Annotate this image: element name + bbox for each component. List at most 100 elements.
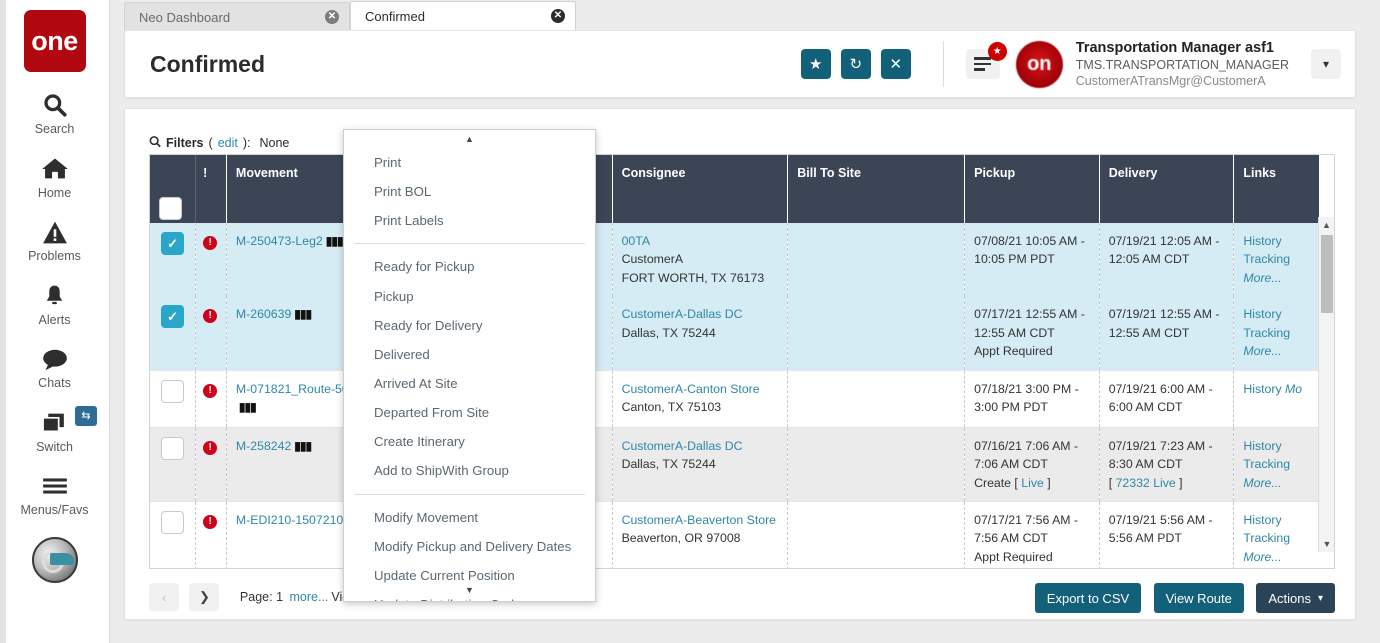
pickup-line: 7:56 AM CDT xyxy=(974,529,1091,547)
movement-link[interactable]: M-258242 xyxy=(236,439,291,453)
actions-context-menu[interactable]: ▲ Print Print BOL Print Labels Ready for… xyxy=(343,129,596,602)
pickup-create-close: ] xyxy=(1044,476,1051,490)
sidebar-item-menus-favs[interactable]: Menus/Favs xyxy=(0,471,109,517)
scroll-down-arrow-icon[interactable]: ▼ xyxy=(1319,536,1335,552)
close-icon[interactable]: ✕ xyxy=(325,10,339,24)
tab-confirmed[interactable]: Confirmed ✕ xyxy=(350,1,576,32)
select-all-checkbox[interactable] xyxy=(159,197,182,220)
more-link[interactable]: More... xyxy=(1243,550,1281,564)
sidebar-item-chats[interactable]: Chats xyxy=(0,344,109,390)
more-link[interactable]: Mo xyxy=(1285,382,1302,396)
row-consignee-cell: 00TACustomerAFORT WORTH, TX 76173 xyxy=(612,223,788,296)
table-row[interactable]: ✓ ! M-260639▮▮▮ merA-Austin DC, TX 78741… xyxy=(150,296,1320,370)
history-link[interactable]: History xyxy=(1243,307,1281,321)
export-to-csv-button[interactable]: Export to CSV xyxy=(1035,583,1141,613)
live-link[interactable]: 72332 Live xyxy=(1116,476,1176,490)
sidebar-item-label: Menus/Favs xyxy=(20,504,88,517)
consignee-link[interactable]: CustomerA-Canton Store xyxy=(622,382,760,396)
menu-item-print-labels[interactable]: Print Labels xyxy=(344,206,595,235)
sidebar-item-switch[interactable]: ⇆ Switch xyxy=(0,408,109,454)
menu-item-pickup[interactable]: Pickup xyxy=(344,282,595,311)
header-bill-to-site[interactable]: Bill To Site xyxy=(788,155,965,223)
menu-item-print[interactable]: Print xyxy=(344,148,595,177)
close-page-button[interactable]: ✕ xyxy=(881,49,911,79)
row-checkbox[interactable] xyxy=(161,437,184,460)
scroll-up-arrow-icon[interactable]: ▲ xyxy=(1319,217,1334,233)
history-link[interactable]: History xyxy=(1243,513,1281,527)
avatar[interactable]: on xyxy=(1016,41,1063,88)
scroll-thumb[interactable] xyxy=(1321,235,1333,313)
pickup-line: 07/17/21 12:55 AM - xyxy=(974,305,1091,323)
tracking-link[interactable]: Tracking xyxy=(1243,326,1290,340)
actions-button[interactable]: Actions▾ xyxy=(1256,583,1335,613)
close-icon[interactable]: ✕ xyxy=(551,9,565,23)
menu-item-ready-for-pickup[interactable]: Ready for Pickup xyxy=(344,252,595,281)
menu-scroll-up-icon[interactable]: ▲ xyxy=(344,130,595,148)
user-menu-dropdown[interactable]: ▾ xyxy=(1311,49,1341,79)
tab-bar: Neo Dashboard ✕ Confirmed ✕ xyxy=(110,0,1380,31)
table-row[interactable]: ! M-071821_Route-50005▮▮▮ merA-Waco DCTX… xyxy=(150,370,1320,427)
header-consignee[interactable]: Consignee xyxy=(612,155,788,223)
tab-neo-dashboard[interactable]: Neo Dashboard ✕ xyxy=(124,2,350,31)
more-link[interactable]: More... xyxy=(1243,476,1281,490)
header-alert[interactable]: ! xyxy=(196,155,227,223)
menus-favs-button[interactable]: ★ xyxy=(966,49,1000,79)
filters-edit-link[interactable]: edit xyxy=(218,136,238,150)
book-icon[interactable]: ▮▮▮ xyxy=(326,232,343,250)
book-icon[interactable]: ▮▮▮ xyxy=(294,305,311,323)
view-route-button[interactable]: View Route xyxy=(1154,583,1244,613)
history-link[interactable]: History xyxy=(1243,439,1281,453)
more-pages-link[interactable]: more... xyxy=(290,590,329,604)
history-link[interactable]: History xyxy=(1243,382,1281,396)
sidebar-item-alerts[interactable]: Alerts xyxy=(0,281,109,327)
table-row[interactable]: ✓ ! M-250473-Leg2▮▮▮ merAOW, CA 91103 00… xyxy=(150,223,1320,296)
menu-item-modify-pickup-and-delivery-dates[interactable]: Modify Pickup and Delivery Dates xyxy=(344,532,595,561)
movement-link[interactable]: M-250473-Leg2 xyxy=(236,234,323,248)
row-checkbox[interactable]: ✓ xyxy=(161,232,184,255)
row-checkbox[interactable]: ✓ xyxy=(161,305,184,328)
menu-item-delivered[interactable]: Delivered xyxy=(344,340,595,369)
consignee-link[interactable]: CustomerA-Beaverton Store xyxy=(622,513,776,527)
movement-link[interactable]: M-260639 xyxy=(236,307,291,321)
live-link[interactable]: Live xyxy=(1021,476,1044,490)
book-icon[interactable]: ▮▮▮ xyxy=(239,398,256,416)
row-consignee-cell: CustomerA-Dallas DCDallas, TX 75244 xyxy=(612,296,788,370)
menu-scroll-down-icon[interactable]: ▼ xyxy=(344,581,595,599)
menu-item-ready-for-delivery[interactable]: Ready for Delivery xyxy=(344,311,595,340)
book-icon[interactable]: ▮▮▮ xyxy=(294,437,311,455)
tracking-link[interactable]: Tracking xyxy=(1243,252,1290,266)
sidebar-item-problems[interactable]: Problems xyxy=(0,217,109,263)
menu-item-print-bol[interactable]: Print BOL xyxy=(344,177,595,206)
tracking-link[interactable]: Tracking xyxy=(1243,531,1290,545)
consignee-link[interactable]: CustomerA-Dallas DC xyxy=(622,439,743,453)
header-delivery[interactable]: Delivery xyxy=(1099,155,1234,223)
sidebar-item-home[interactable]: Home xyxy=(0,154,109,200)
table-row[interactable]: ! M-EDI210-15072104▮▮▮ merA-Brandon DCon… xyxy=(150,501,1320,569)
assistant-avatar-icon[interactable] xyxy=(32,537,78,583)
table-row[interactable]: ! M-258242▮▮▮ merA-Canton Storen, TX 751… xyxy=(150,427,1320,501)
favorite-button[interactable]: ★ xyxy=(801,49,831,79)
tracking-link[interactable]: Tracking xyxy=(1243,457,1290,471)
consignee-link[interactable]: 00TA xyxy=(622,234,650,248)
refresh-button[interactable]: ↻ xyxy=(841,49,871,79)
menu-item-add-to-shipwith-group[interactable]: Add to ShipWith Group xyxy=(344,456,595,485)
filters-value: None xyxy=(259,136,289,150)
row-checkbox[interactable] xyxy=(161,380,184,403)
switch-toggle-badge-icon[interactable]: ⇆ xyxy=(75,406,97,426)
movement-link[interactable]: M-EDI210-15072104 xyxy=(236,513,350,527)
more-link[interactable]: More... xyxy=(1243,344,1281,358)
previous-page-button[interactable]: ‹ xyxy=(149,583,179,611)
row-checkbox[interactable] xyxy=(161,511,184,534)
header-pickup[interactable]: Pickup xyxy=(965,155,1100,223)
table-vertical-scrollbar[interactable]: ▲ ▼ xyxy=(1318,217,1334,552)
menu-item-create-itinerary[interactable]: Create Itinerary xyxy=(344,427,595,456)
menu-item-departed-from-site[interactable]: Departed From Site xyxy=(344,398,595,427)
more-link[interactable]: More... xyxy=(1243,271,1281,285)
menu-item-arrived-at-site[interactable]: Arrived At Site xyxy=(344,369,595,398)
consignee-link[interactable]: CustomerA-Dallas DC xyxy=(622,307,743,321)
menu-item-modify-movement[interactable]: Modify Movement xyxy=(344,503,595,532)
header-links[interactable]: Links xyxy=(1234,155,1320,223)
sidebar-item-search[interactable]: Search xyxy=(0,90,109,136)
history-link[interactable]: History xyxy=(1243,234,1281,248)
next-page-button[interactable]: ❯ xyxy=(189,583,219,611)
